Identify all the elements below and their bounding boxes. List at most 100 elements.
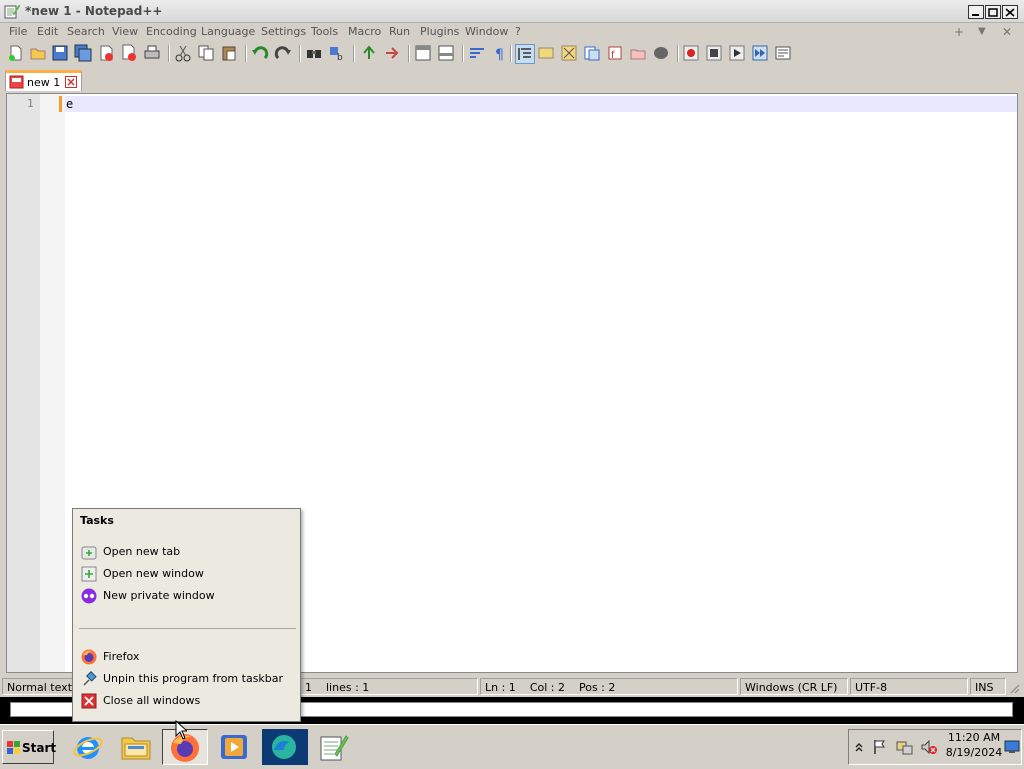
show-hidden-icons-icon[interactable] bbox=[854, 741, 864, 753]
line-number: 1 bbox=[27, 97, 34, 110]
status-col: Col : 2 bbox=[529, 681, 565, 694]
taskbar: Start bbox=[0, 724, 1024, 769]
menu-encoding[interactable]: Encoding bbox=[146, 25, 197, 38]
start-button[interactable]: Start bbox=[2, 730, 57, 764]
sync-horizontal-icon[interactable] bbox=[437, 44, 455, 62]
notepad-plus-plus-icon bbox=[4, 4, 20, 19]
show-all-characters-icon[interactable]: ¶ bbox=[491, 44, 509, 62]
show-desktop-icon[interactable] bbox=[1004, 739, 1020, 754]
tab-new-1[interactable]: new 1 bbox=[5, 70, 82, 91]
minimize-button[interactable] bbox=[968, 5, 984, 19]
change-marker bbox=[59, 96, 62, 112]
status-encoding[interactable]: UTF-8 bbox=[850, 678, 968, 695]
play-macro-icon[interactable] bbox=[728, 44, 746, 62]
svg-text:b: b bbox=[337, 53, 343, 62]
start-label: Start bbox=[22, 741, 57, 755]
file-explorer-icon bbox=[121, 737, 151, 760]
menu-macro[interactable]: Macro bbox=[348, 25, 381, 38]
user-defined-language-icon[interactable] bbox=[537, 44, 555, 62]
taskbar-internet-explorer[interactable] bbox=[66, 729, 112, 765]
title-bar: *new 1 - Notepad++ bbox=[0, 0, 1024, 23]
editor-text[interactable]: e bbox=[66, 97, 73, 111]
paste-icon[interactable] bbox=[220, 44, 238, 62]
close-tab-icon[interactable] bbox=[65, 76, 77, 88]
menu-search[interactable]: Search bbox=[67, 25, 105, 38]
media-player-icon bbox=[221, 735, 247, 759]
firefox-launch-item[interactable]: Firefox bbox=[81, 648, 293, 666]
save-icon[interactable] bbox=[51, 44, 69, 62]
copy-icon[interactable] bbox=[197, 44, 215, 62]
find-icon[interactable] bbox=[305, 44, 323, 62]
close-all-windows-item[interactable]: Close all windows bbox=[81, 692, 293, 710]
sync-vertical-icon[interactable] bbox=[414, 44, 432, 62]
close-file-icon[interactable] bbox=[97, 44, 115, 62]
tab-list-dropdown-icon[interactable]: ▼ bbox=[978, 26, 986, 37]
record-macro-icon[interactable] bbox=[682, 44, 700, 62]
menu-run[interactable]: Run bbox=[389, 25, 410, 38]
close-all-icon[interactable] bbox=[120, 44, 138, 62]
close-button[interactable] bbox=[1002, 5, 1018, 19]
volume-muted-icon[interactable] bbox=[920, 739, 938, 755]
open-new-window-item[interactable]: Open new window bbox=[81, 565, 293, 583]
menu-tools[interactable]: Tools bbox=[311, 25, 338, 38]
maximize-button[interactable] bbox=[985, 5, 1001, 19]
jump-list-heading: Tasks bbox=[80, 514, 114, 527]
new-tab-plus-icon[interactable]: + bbox=[954, 25, 964, 39]
menu-language[interactable]: Language bbox=[201, 25, 255, 38]
redo-icon[interactable] bbox=[274, 44, 292, 62]
taskbar-notepad-plus-plus[interactable] bbox=[312, 729, 358, 765]
open-file-icon[interactable] bbox=[29, 44, 47, 62]
open-new-tab-item[interactable]: Open new tab bbox=[81, 543, 293, 561]
unsaved-file-icon bbox=[9, 75, 24, 89]
stop-recording-icon[interactable] bbox=[705, 44, 723, 62]
menu-bar: File Edit Search View Encoding Language … bbox=[0, 22, 1024, 41]
function-list-icon[interactable]: f bbox=[606, 44, 624, 62]
menu-settings[interactable]: Settings bbox=[261, 25, 306, 38]
taskbar-media-player[interactable] bbox=[212, 729, 258, 765]
clock-time: 11:20 AM bbox=[947, 731, 1001, 744]
menu-plugins[interactable]: Plugins bbox=[420, 25, 459, 38]
folder-as-workspace-icon[interactable] bbox=[629, 44, 647, 62]
taskbar-edge[interactable] bbox=[262, 729, 308, 765]
document-map-icon[interactable] bbox=[560, 44, 578, 62]
jump-list-separator bbox=[79, 628, 296, 629]
taskbar-file-explorer[interactable] bbox=[114, 729, 160, 765]
status-eol[interactable]: Windows (CR LF) bbox=[740, 678, 848, 695]
status-lines: lines : 1 bbox=[326, 681, 370, 694]
menu-window[interactable]: Window bbox=[465, 25, 508, 38]
close-tab-icon[interactable]: ✕ bbox=[1002, 25, 1012, 39]
cut-icon[interactable] bbox=[174, 44, 192, 62]
save-all-icon[interactable] bbox=[74, 44, 92, 62]
action-center-flag-icon[interactable] bbox=[872, 739, 888, 755]
toolbar-separator bbox=[677, 45, 679, 62]
monitoring-icon[interactable] bbox=[652, 44, 670, 62]
document-list-icon[interactable] bbox=[583, 44, 601, 62]
undo-icon[interactable] bbox=[251, 44, 269, 62]
indent-guide-icon[interactable] bbox=[515, 44, 535, 64]
status-insert-mode: INS bbox=[970, 678, 1006, 695]
menu-help[interactable]: ? bbox=[515, 25, 521, 38]
zoom-in-icon[interactable] bbox=[360, 44, 378, 62]
replace-icon[interactable]: b bbox=[328, 44, 346, 62]
new-private-window-item[interactable]: New private window bbox=[81, 587, 293, 605]
run-macro-multiple-icon[interactable] bbox=[751, 44, 769, 62]
print-icon[interactable] bbox=[143, 44, 161, 62]
zoom-out-icon[interactable] bbox=[383, 44, 401, 62]
status-ln: Ln : 1 bbox=[485, 681, 516, 694]
jump-list-label: Close all windows bbox=[103, 694, 201, 707]
toolbar-separator bbox=[510, 45, 512, 62]
jump-list-label: Open new tab bbox=[103, 545, 181, 558]
menu-file[interactable]: File bbox=[9, 25, 27, 38]
word-wrap-icon[interactable] bbox=[468, 44, 486, 62]
taskbar-clock[interactable]: 11:20 AM 8/19/2024 bbox=[945, 730, 1003, 760]
resize-grip-icon[interactable] bbox=[1008, 682, 1020, 694]
menu-view[interactable]: View bbox=[112, 25, 138, 38]
unpin-program-item[interactable]: Unpin this program from taskbar bbox=[81, 670, 293, 688]
network-icon[interactable] bbox=[896, 739, 914, 755]
toolbar-separator bbox=[168, 45, 170, 62]
menu-edit[interactable]: Edit bbox=[37, 25, 58, 38]
toolbar-separator bbox=[299, 45, 301, 62]
tab-label: new 1 bbox=[27, 76, 61, 89]
save-macro-icon[interactable] bbox=[774, 44, 792, 62]
new-file-icon[interactable] bbox=[7, 44, 25, 62]
